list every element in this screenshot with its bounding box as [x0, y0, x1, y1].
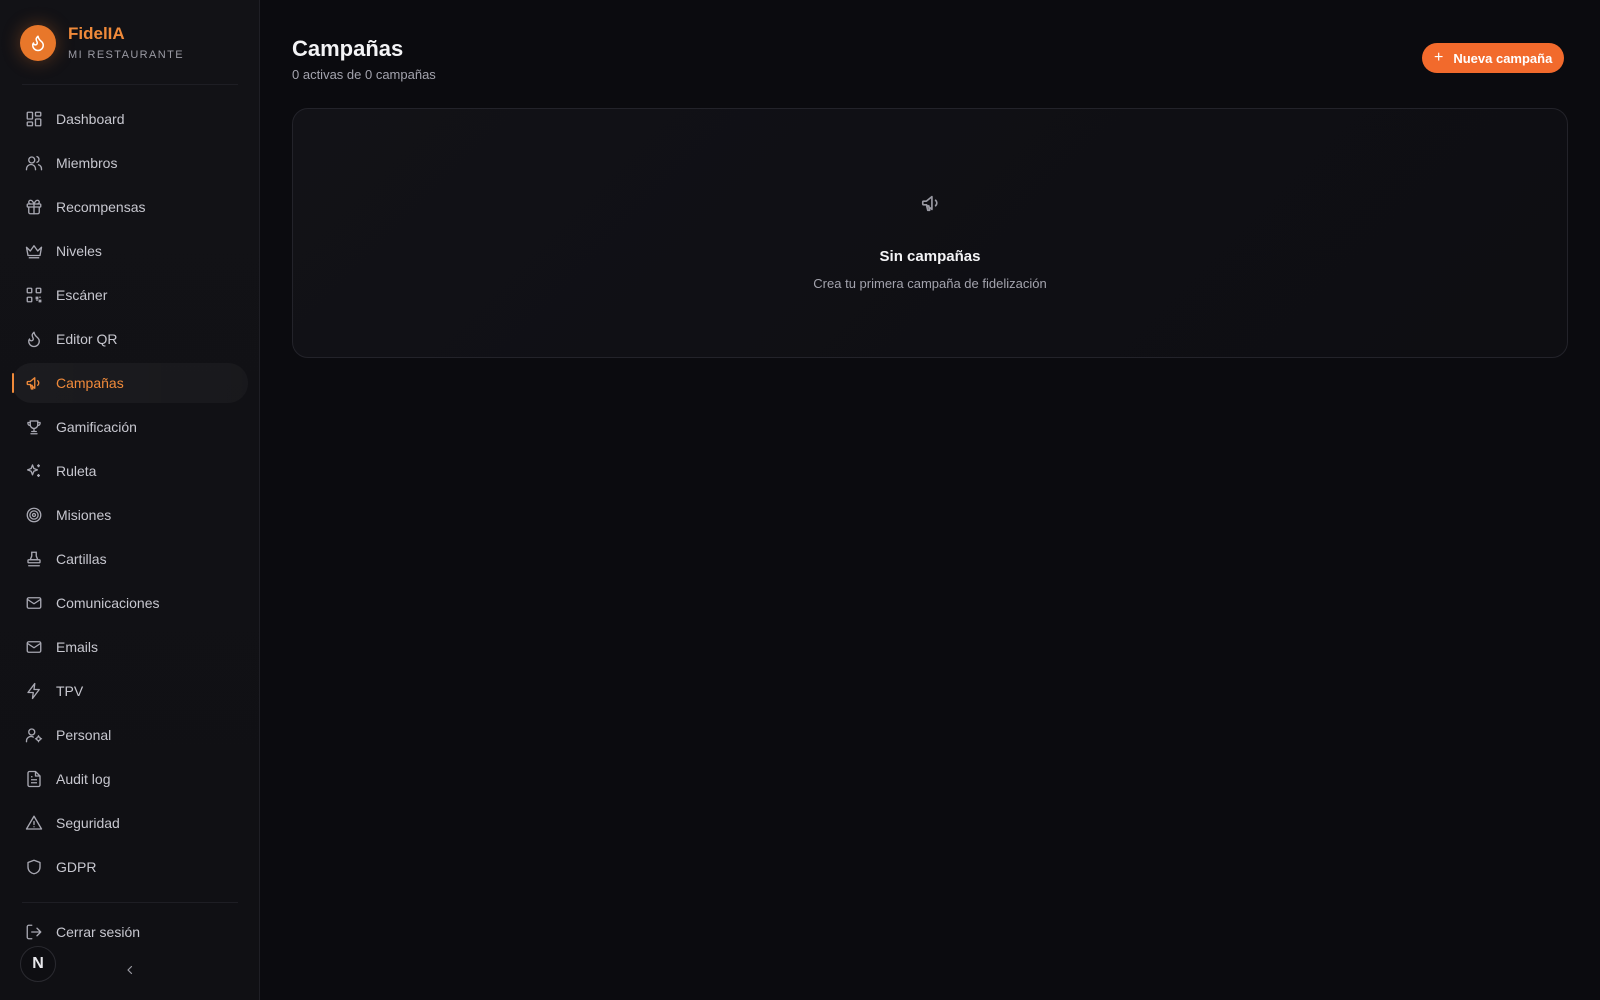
sidebar-item-cartillas[interactable]: Cartillas [12, 539, 248, 579]
brand-logo-icon [20, 24, 56, 61]
empty-state-description: Crea tu primera campaña de fidelización [813, 276, 1047, 291]
sidebar-item-label: Misiones [56, 507, 112, 523]
sidebar-item-editor-qr[interactable]: Editor QR [12, 319, 248, 359]
plus-icon: + [1434, 49, 1444, 66]
mail-icon [24, 637, 44, 657]
empty-state-card: Sin campañas Crea tu primera campaña de … [292, 108, 1568, 358]
sidebar-item-label: Recompensas [56, 199, 146, 215]
chevron-left-icon [124, 963, 136, 981]
sidebar-item-label: Editor QR [56, 331, 118, 347]
sidebar-item-label: Gamificación [56, 419, 137, 435]
sidebar-item-misiones[interactable]: Misiones [12, 495, 248, 535]
users-icon [24, 153, 44, 173]
sidebar-item-label: GDPR [56, 859, 97, 875]
sidebar-item-campanas[interactable]: Campañas [12, 363, 248, 403]
page-subtitle: 0 activas de 0 campañas [292, 67, 436, 82]
sidebar-item-label: Audit log [56, 771, 111, 787]
target-icon [24, 505, 44, 525]
sidebar-item-label: Miembros [56, 155, 118, 171]
gift-icon [24, 197, 44, 217]
sidebar-item-label: Cartillas [56, 551, 107, 567]
sidebar-item-dashboard[interactable]: Dashboard [12, 99, 248, 139]
sidebar-item-label: Emails [56, 639, 99, 655]
shield-icon [24, 857, 44, 877]
sidebar-item-tpv[interactable]: TPV [12, 671, 248, 711]
sidebar-item-personal[interactable]: Personal [12, 715, 248, 755]
sidebar-item-emails[interactable]: Emails [12, 627, 248, 667]
sidebar: FidelIA MI RESTAURANTE Dashboard Miembro… [0, 0, 260, 1000]
sidebar-item-gamificacion[interactable]: Gamificación [12, 407, 248, 447]
logout-button[interactable]: Cerrar sesión [12, 912, 248, 952]
flame-icon [24, 329, 44, 349]
divider [22, 84, 238, 85]
logout-label: Cerrar sesión [56, 924, 141, 940]
sidebar-item-label: TPV [56, 683, 84, 699]
sidebar-item-ruleta[interactable]: Ruleta [12, 451, 248, 491]
megaphone-icon [24, 373, 44, 393]
sidebar-item-label: Escáner [56, 287, 108, 303]
empty-state-title: Sin campañas [879, 248, 981, 265]
avatar[interactable]: N [20, 946, 56, 982]
sidebar-item-recompensas[interactable]: Recompensas [12, 187, 248, 227]
mail-icon [24, 593, 44, 613]
brand-subtitle: MI RESTAURANTE [68, 49, 184, 61]
sidebar-item-label: Campañas [56, 375, 124, 391]
sidebar-item-label: Niveles [56, 243, 102, 259]
new-campaign-label: Nueva campaña [1453, 50, 1553, 66]
brand[interactable]: FidelIA MI RESTAURANTE [20, 24, 184, 61]
sidebar-item-label: Dashboard [56, 111, 125, 127]
warning-icon [24, 813, 44, 833]
new-campaign-button[interactable]: + Nueva campaña [1422, 43, 1565, 73]
sidebar-item-label: Personal [56, 727, 112, 743]
sidebar-item-escaner[interactable]: Escáner [12, 275, 248, 315]
logout-icon [24, 922, 44, 942]
sidebar-item-label: Seguridad [56, 815, 120, 831]
sidebar-item-gdpr[interactable]: GDPR [12, 847, 248, 887]
sidebar-nav: Dashboard Miembros Recompensas Niveles E… [12, 99, 248, 891]
sidebar-item-miembros[interactable]: Miembros [12, 143, 248, 183]
sidebar-item-label: Ruleta [56, 463, 97, 479]
sidebar-item-audit-log[interactable]: Audit log [12, 759, 248, 799]
file-text-icon [24, 769, 44, 789]
qr-scan-icon [24, 285, 44, 305]
sparkles-icon [24, 461, 44, 481]
megaphone-icon [915, 187, 947, 219]
page-title: Campañas [292, 36, 404, 61]
sidebar-item-comunicaciones[interactable]: Comunicaciones [12, 583, 248, 623]
crown-icon [24, 241, 44, 261]
dashboard-icon [24, 109, 44, 129]
sidebar-item-seguridad[interactable]: Seguridad [12, 803, 248, 843]
brand-name: FidelIA [68, 24, 125, 43]
user-gear-icon [24, 725, 44, 745]
collapse-sidebar-button[interactable] [120, 962, 140, 982]
trophy-icon [24, 417, 44, 437]
stamp-icon [24, 549, 44, 569]
sidebar-item-niveles[interactable]: Niveles [12, 231, 248, 271]
bolt-icon [24, 681, 44, 701]
divider [22, 902, 238, 903]
sidebar-item-label: Comunicaciones [56, 595, 160, 611]
